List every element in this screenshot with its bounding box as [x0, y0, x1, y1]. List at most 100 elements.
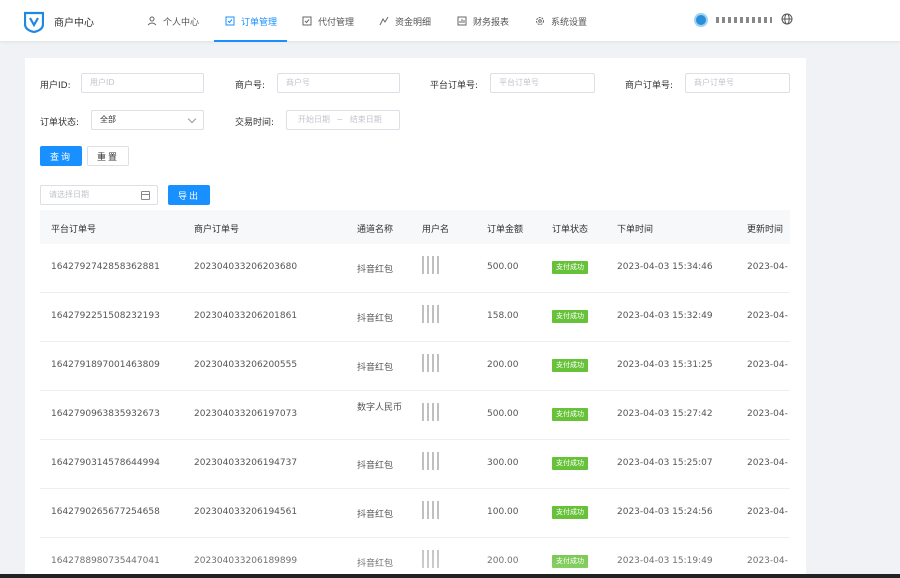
- cell-platform-order: 1642790963835932673: [51, 409, 160, 419]
- cell-channel: 抖音红包: [357, 559, 394, 569]
- nav-item-payout[interactable]: 代付管理: [301, 0, 354, 42]
- cell-username-blurred: [422, 354, 442, 372]
- table-header: 平台订单号 商户订单号 通道名称 用户名 订单金额 订单状态 下单时间 更新时间: [40, 210, 790, 244]
- merchant-order-label: 商户订单号:: [625, 81, 674, 91]
- cell-amount: 200.00: [487, 360, 519, 370]
- cell-channel: 数字人民币: [357, 403, 403, 413]
- nav-label: 系统设置: [551, 17, 588, 28]
- cell-amount: 100.00: [487, 507, 519, 517]
- status-badge: 支付成功: [552, 555, 588, 568]
- nav-label: 财务报表: [473, 17, 510, 28]
- cell-merchant-order: 202304033206201861: [194, 311, 298, 321]
- order-icon: [224, 15, 236, 27]
- th-created: 下单时间: [617, 225, 654, 235]
- export-date-input[interactable]: 请选择日期: [40, 185, 158, 205]
- platform-order-input[interactable]: 平台订单号: [490, 73, 595, 93]
- cell-updated: 2023-04-: [747, 458, 788, 468]
- start-date: 开始日期: [298, 115, 330, 124]
- user-icon: [146, 15, 158, 27]
- nav-label: 代付管理: [318, 17, 355, 28]
- th-channel: 通道名称: [357, 225, 394, 235]
- platform-order-label: 平台订单号:: [430, 81, 479, 91]
- cell-username-blurred: [422, 403, 442, 421]
- cell-platform-order: 1642790314578644994: [51, 458, 160, 468]
- trade-time-label: 交易时间:: [235, 118, 275, 128]
- nav-label: 资金明细: [395, 17, 432, 28]
- orders-card: 用户ID: 用户ID 商户号: 商户号 平台订单号: 平台订单号 商户订单号: …: [25, 58, 806, 578]
- cell-platform-order: 1642792251508232193: [51, 311, 160, 321]
- nav-item-orders[interactable]: 订单管理: [213, 0, 288, 42]
- cell-created: 2023-04-03 15:31:25: [617, 360, 713, 370]
- cell-username-blurred: [422, 256, 442, 274]
- cell-username-blurred: [422, 305, 442, 323]
- cell-merchant-order: 202304033206189899: [194, 556, 298, 566]
- th-updated: 更新时间: [747, 225, 784, 235]
- nav-item-profile[interactable]: 个人中心: [146, 0, 199, 42]
- cell-updated: 2023-04-: [747, 262, 788, 272]
- cell-channel: 抖音红包: [357, 363, 394, 373]
- nav-label: 个人中心: [163, 17, 200, 28]
- search-button[interactable]: 查询: [40, 146, 82, 166]
- status-badge: 支付成功: [552, 310, 588, 323]
- export-button[interactable]: 导出: [168, 185, 210, 205]
- table-row[interactable]: 1642792742858362881 202304033206203680 抖…: [40, 244, 790, 293]
- order-status-select[interactable]: 全部: [91, 110, 204, 130]
- table-row[interactable]: 1642790314578644994 202304033206194737 抖…: [40, 440, 790, 489]
- cell-created: 2023-04-03 15:25:07: [617, 458, 713, 468]
- user-id-input[interactable]: 用户ID: [81, 73, 204, 93]
- order-status-value: 全部: [100, 115, 116, 124]
- cell-channel: 抖音红包: [357, 510, 394, 520]
- reset-button[interactable]: 重置: [87, 146, 129, 166]
- cell-channel: 抖音红包: [357, 461, 394, 471]
- nav-item-settings[interactable]: 系统设置: [534, 0, 587, 42]
- merchant-order-input[interactable]: 商户订单号: [685, 73, 790, 93]
- merchant-no-label: 商户号:: [235, 81, 266, 91]
- cell-created: 2023-04-03 15:32:49: [617, 311, 713, 321]
- cell-updated: 2023-04-: [747, 409, 788, 419]
- cell-username-blurred: [422, 550, 442, 568]
- cell-amount: 500.00: [487, 409, 519, 419]
- cell-amount: 300.00: [487, 458, 519, 468]
- table-row[interactable]: 1642788980735447041 202304033206189899 抖…: [40, 538, 790, 578]
- cell-merchant-order: 202304033206203680: [194, 262, 298, 272]
- logo-icon: [24, 11, 44, 33]
- gear-icon: [534, 15, 546, 27]
- table-row[interactable]: 1642791897001463809 202304033206200555 抖…: [40, 342, 790, 391]
- cell-merchant-order: 202304033206200555: [194, 360, 298, 370]
- cell-created: 2023-04-03 15:19:49: [617, 556, 713, 566]
- payout-icon: [301, 15, 313, 27]
- cell-platform-order: 1642792742858362881: [51, 262, 160, 272]
- cell-updated: 2023-04-: [747, 556, 788, 566]
- nav-item-funds[interactable]: 资金明细: [378, 0, 431, 42]
- table-row[interactable]: 1642792251508232193 202304033206201861 抖…: [40, 293, 790, 342]
- user-id-label: 用户ID:: [40, 81, 71, 91]
- cell-username-blurred: [422, 452, 442, 470]
- page-background-right: [806, 58, 900, 578]
- merchant-no-input[interactable]: 商户号: [277, 73, 400, 93]
- trade-time-range[interactable]: 开始日期 ~ 结束日期: [286, 110, 400, 130]
- cell-channel: 抖音红包: [357, 265, 394, 275]
- cell-merchant-order: 202304033206197073: [194, 409, 298, 419]
- cell-platform-order: 1642788980735447041: [51, 556, 160, 566]
- cell-username-blurred: [422, 501, 442, 519]
- cell-created: 2023-04-03 15:34:46: [617, 262, 713, 272]
- order-status-label: 订单状态:: [40, 118, 80, 128]
- th-merchant-order: 商户订单号: [194, 225, 240, 235]
- status-badge: 支付成功: [552, 457, 588, 470]
- cell-channel: 抖音红包: [357, 314, 394, 324]
- th-username: 用户名: [422, 225, 450, 235]
- username-blurred: [716, 17, 772, 23]
- status-badge: 支付成功: [552, 261, 588, 274]
- top-navbar: 商户中心 个人中心 订单管理 代付管理 资金明细 财务报表 系统设置: [0, 0, 900, 42]
- date-separator: ~: [336, 115, 344, 124]
- table-row[interactable]: 1642790265677254658 202304033206194561 抖…: [40, 489, 790, 538]
- user-menu[interactable]: [694, 13, 772, 27]
- th-status: 订单状态: [552, 225, 589, 235]
- status-badge: 支付成功: [552, 359, 588, 372]
- cell-created: 2023-04-03 15:24:56: [617, 507, 713, 517]
- status-badge: 支付成功: [552, 506, 588, 519]
- table-row[interactable]: 1642790963835932673 202304033206197073 数…: [40, 391, 790, 440]
- cell-amount: 200.00: [487, 556, 519, 566]
- nav-item-reports[interactable]: 财务报表: [456, 0, 509, 42]
- globe-icon[interactable]: [781, 13, 793, 25]
